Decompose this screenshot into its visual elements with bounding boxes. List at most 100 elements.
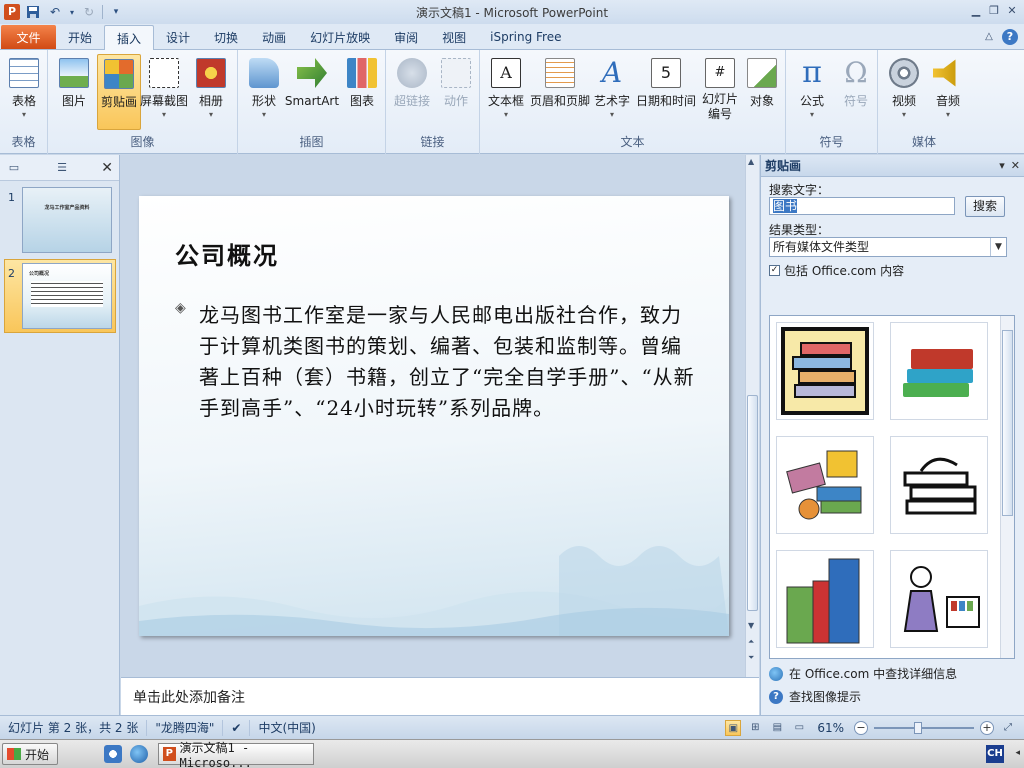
tab-review[interactable]: 审阅 bbox=[382, 25, 430, 49]
tab-view[interactable]: 视图 bbox=[430, 25, 478, 49]
minimize-icon[interactable]: ▁ bbox=[968, 3, 984, 17]
include-office-checkbox[interactable]: ✓ 包括 Office.com 内容 bbox=[769, 262, 904, 279]
zoom-slider-thumb[interactable] bbox=[914, 722, 922, 734]
smartart-button[interactable]: SmartArt bbox=[285, 54, 339, 130]
slide-thumbnail-2[interactable]: 公司概况 bbox=[22, 263, 112, 329]
textbox-button[interactable]: A 文本框 ▾ bbox=[482, 54, 530, 130]
checkbox-checked-icon[interactable]: ✓ bbox=[769, 265, 780, 276]
fit-to-window-icon[interactable]: ⤢ bbox=[1000, 720, 1016, 736]
start-button[interactable]: 开始 bbox=[2, 743, 59, 765]
group-links: 超链接 动作 链接 bbox=[386, 50, 480, 154]
picture-icon bbox=[59, 58, 89, 88]
close-icon[interactable]: ✕ bbox=[1004, 3, 1020, 17]
search-button[interactable]: 搜索 bbox=[965, 196, 1005, 217]
screenshot-button[interactable]: 屏幕截图 ▾ bbox=[140, 54, 188, 130]
clipart-item-librarian[interactable] bbox=[890, 550, 988, 648]
notes-placeholder[interactable]: 单击此处添加备注 bbox=[133, 687, 245, 707]
restore-icon[interactable]: ❐ bbox=[986, 3, 1002, 17]
ime-indicator[interactable]: CH bbox=[986, 745, 1004, 763]
clipart-item-study-books[interactable] bbox=[776, 436, 874, 534]
shapes-button[interactable]: 形状 ▾ bbox=[242, 54, 286, 130]
clipart-button[interactable]: 剪贴画 bbox=[97, 54, 141, 130]
reading-view-icon[interactable]: ▤ bbox=[769, 720, 785, 736]
clipart-item-colored-books[interactable] bbox=[890, 322, 988, 420]
minimize-ribbon-icon[interactable]: △ bbox=[982, 29, 996, 45]
results-scrollbar[interactable] bbox=[1000, 316, 1014, 658]
tab-design[interactable]: 设计 bbox=[154, 25, 202, 49]
tab-transitions[interactable]: 切换 bbox=[202, 25, 250, 49]
image-tips-link[interactable]: ? 查找图像提示 bbox=[769, 688, 861, 705]
equation-button[interactable]: π 公式 ▾ bbox=[790, 54, 834, 130]
title-bar: P ↶ ▾ ↻ ▾ 演示文稿1 - Microsoft PowerPoint ▁… bbox=[0, 0, 1024, 24]
tab-animations[interactable]: 动画 bbox=[250, 25, 298, 49]
wordart-button[interactable]: A 艺术字 ▾ bbox=[592, 54, 632, 130]
header-footer-button[interactable]: 页眉和页脚 bbox=[530, 54, 590, 130]
quick-launch-icon[interactable] bbox=[104, 745, 123, 763]
current-slide[interactable]: 公司概况 ◈ 龙马图书工作室是一家与人民邮电出版社合作，致力于计算机类图书的策划… bbox=[139, 196, 729, 636]
tab-ispring[interactable]: iSpring Free bbox=[478, 25, 573, 49]
help-icon: ? bbox=[769, 689, 783, 704]
zoom-slider[interactable] bbox=[874, 722, 974, 734]
results-scrollbar-thumb[interactable] bbox=[1002, 330, 1013, 516]
clipart-task-pane: 剪贴画 ▾ ✕ 搜索文字： 图书 搜索 结果类型： 所有媒体文件类型 ▼ ✓ 包… bbox=[760, 155, 1024, 715]
clipart-item-books-stack[interactable] bbox=[776, 322, 874, 420]
tab-slideshow[interactable]: 幻灯片放映 bbox=[298, 25, 382, 49]
outline-tab[interactable]: ☰ bbox=[48, 158, 76, 178]
search-input[interactable]: 图书 bbox=[769, 197, 955, 215]
table-button[interactable]: 表格 ▾ bbox=[2, 54, 46, 130]
theme-name[interactable]: "龙腾四海" bbox=[147, 719, 224, 736]
zoom-in-icon[interactable]: + bbox=[980, 721, 994, 735]
scrollbar-thumb[interactable] bbox=[747, 395, 758, 611]
close-pane-icon[interactable]: ✕ bbox=[1011, 159, 1020, 172]
result-type-select[interactable]: 所有媒体文件类型 ▼ bbox=[769, 237, 1007, 257]
audio-button[interactable]: 音频 ▾ bbox=[926, 54, 970, 130]
next-slide-icon[interactable]: ⏷ bbox=[748, 653, 754, 663]
picture-button[interactable]: 图片 bbox=[52, 54, 96, 130]
notes-pane[interactable]: 单击此处添加备注 bbox=[121, 677, 759, 715]
taskbar-powerpoint-window[interactable]: P 演示文稿1 - Microso... bbox=[158, 741, 315, 768]
slide-sorter-icon[interactable]: ⊞ bbox=[747, 720, 763, 736]
internet-explorer-icon[interactable] bbox=[130, 745, 149, 763]
slide-thumbnail-1[interactable]: 龙马工作室产品资料 bbox=[22, 187, 112, 253]
tab-file[interactable]: 文件 bbox=[1, 25, 56, 49]
clipart-item-binders[interactable] bbox=[776, 550, 874, 648]
video-button[interactable]: 视频 ▾ bbox=[882, 54, 926, 130]
globe-icon bbox=[769, 666, 783, 681]
slide-scrollbar[interactable]: ▲ ▼ ⏶ ⏷ bbox=[745, 155, 759, 677]
slide-number-icon: # bbox=[705, 58, 735, 88]
hyperlink-button: 超链接 bbox=[390, 54, 434, 130]
previous-slide-icon[interactable]: ⏶ bbox=[748, 637, 754, 647]
slideshow-icon[interactable]: ▭ bbox=[791, 720, 807, 736]
normal-view-icon[interactable]: ▣ bbox=[725, 720, 742, 736]
clipart-pane-header: 剪贴画 ▾ ✕ bbox=[761, 155, 1024, 177]
slide-title[interactable]: 公司概况 bbox=[175, 236, 279, 271]
zoom-level[interactable]: 61% bbox=[817, 721, 844, 735]
tab-insert[interactable]: 插入 bbox=[104, 25, 155, 50]
scroll-down-icon[interactable]: ▼ bbox=[748, 621, 754, 630]
chevron-down-icon[interactable]: ◂ bbox=[1015, 748, 1020, 758]
chevron-down-icon[interactable]: ▼ bbox=[990, 238, 1006, 256]
zoom-out-icon[interactable]: − bbox=[854, 721, 868, 735]
header-footer-icon bbox=[545, 58, 575, 88]
object-button[interactable]: 对象 bbox=[742, 54, 782, 130]
close-pane-icon[interactable]: ✕ bbox=[101, 160, 113, 176]
find-more-link[interactable]: 在 Office.com 中查找详细信息 bbox=[769, 665, 957, 682]
clipart-item-bw-books[interactable] bbox=[890, 436, 988, 534]
thumb-title: 公司概况 bbox=[29, 271, 50, 277]
spellcheck-icon[interactable]: ✔ bbox=[223, 719, 251, 736]
tab-home[interactable]: 开始 bbox=[56, 25, 104, 49]
scroll-up-icon[interactable]: ▲ bbox=[748, 157, 754, 166]
slide-number: 1 bbox=[8, 191, 15, 204]
taskbar: 开始 P 演示文稿1 - Microso... CH ◂ bbox=[0, 739, 1024, 768]
chart-button[interactable]: 图表 bbox=[340, 54, 384, 130]
date-time-button[interactable]: 5 日期和时间 bbox=[634, 54, 698, 130]
thumb-title: 龙马工作室产品资料 bbox=[44, 205, 90, 211]
slides-tab[interactable]: ▭ bbox=[0, 158, 28, 178]
search-label: 搜索文字： bbox=[769, 183, 830, 197]
language-indicator[interactable]: 中文(中国) bbox=[250, 720, 323, 736]
result-type-label: 结果类型： bbox=[769, 223, 830, 237]
photo-album-button[interactable]: 相册 ▾ bbox=[189, 54, 233, 130]
slide-body-text[interactable]: 龙马图书工作室是一家与人民邮电出版社合作，致力于计算机类图书的策划、编著、包装和… bbox=[199, 300, 699, 424]
pane-options-icon[interactable]: ▾ bbox=[999, 159, 1005, 172]
help-icon[interactable]: ? bbox=[1002, 29, 1018, 45]
